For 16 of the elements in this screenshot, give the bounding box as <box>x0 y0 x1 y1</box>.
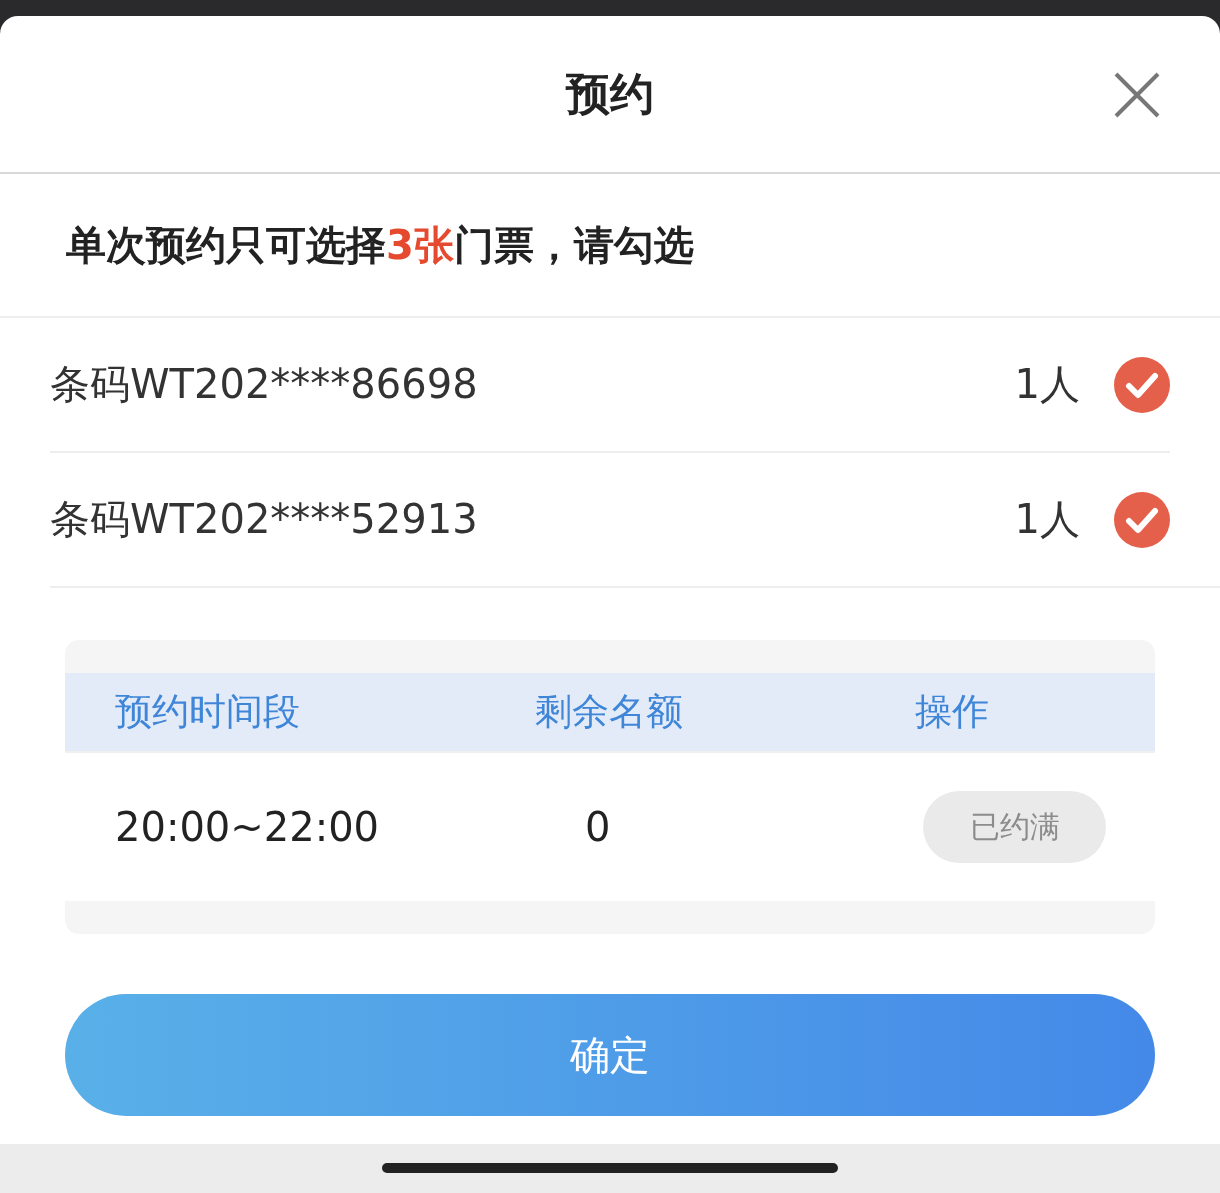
confirm-button[interactable]: 确定 <box>65 994 1155 1116</box>
people-count: 1人 <box>1014 495 1080 544</box>
dialog-title: 预约 <box>566 66 654 121</box>
time-slot: 20:00~22:00 <box>65 804 535 850</box>
notice-text: 单次预约只可选择3张门票，请勾选 <box>66 220 694 270</box>
ticket-checkbox[interactable] <box>1114 356 1170 413</box>
ticket-checkbox[interactable] <box>1114 491 1170 548</box>
close-icon <box>1112 70 1162 120</box>
column-header: 预约时间段 <box>114 689 301 735</box>
ticket-code: 条码WT202****86698 <box>50 360 479 409</box>
people-count: 1人 <box>1014 360 1080 409</box>
column-header: 剩余名额 <box>534 689 684 735</box>
remaining-count: 0 <box>584 804 612 850</box>
column-header: 操作 <box>914 689 990 735</box>
ticket-code: 条码WT202****52913 <box>50 495 479 544</box>
close-button[interactable] <box>1112 70 1162 120</box>
